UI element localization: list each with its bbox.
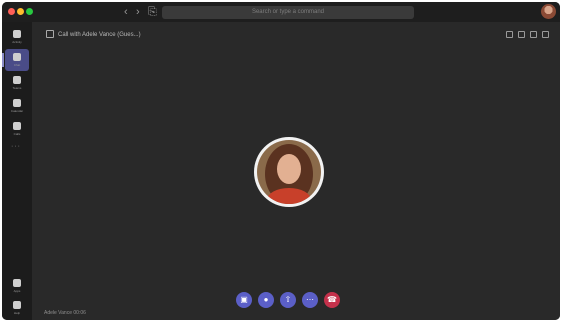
close-window-icon[interactable] <box>8 8 15 15</box>
calendar-icon <box>13 99 21 107</box>
more-icon: ⋯ <box>306 295 314 304</box>
compose-icon[interactable]: ⎘ <box>148 5 157 19</box>
sidebar-item-label: Teams <box>12 86 22 90</box>
camera-button[interactable]: ▣ <box>236 292 252 308</box>
participant-name: Adele Vance <box>44 310 72 316</box>
camera-icon: ▣ <box>240 295 248 304</box>
sidebar-item-teams[interactable]: Teams <box>5 72 29 94</box>
people-icon[interactable] <box>518 31 525 38</box>
phone-hangup-icon: ☎ <box>327 295 337 304</box>
participant-photo <box>257 140 321 204</box>
teams-icon <box>13 76 21 84</box>
sidebar-item-apps[interactable]: Apps <box>5 275 29 297</box>
hangup-button[interactable]: ☎ <box>324 292 340 308</box>
more-apps-icon[interactable]: ··· <box>11 143 21 150</box>
sidebar-item-label: Apps <box>13 289 21 293</box>
forward-arrow-icon[interactable]: › <box>136 5 140 19</box>
sidebar-item-label: Calls <box>13 132 21 136</box>
call-stage: Call with Adele Vance (Gues...) ▣ ● ⇧ ⋯ … <box>32 22 560 320</box>
title-bar: ‹ › ⎘ Search or type a command <box>2 2 560 22</box>
app-bar: Activity Chat Teams Calendar Calls ··· A… <box>2 22 32 320</box>
call-header: Call with Adele Vance (Gues...) <box>32 22 560 48</box>
share-icon: ⇧ <box>284 295 292 304</box>
sidebar-item-calendar[interactable]: Calendar <box>5 95 29 117</box>
call-title: Call with Adele Vance (Gues...) <box>58 32 141 38</box>
more-button[interactable]: ⋯ <box>302 292 318 308</box>
call-window-icon <box>46 30 54 38</box>
sidebar-item-chat[interactable]: Chat <box>2 49 29 71</box>
settings-icon[interactable] <box>542 31 549 38</box>
apps-icon <box>13 279 21 287</box>
back-arrow-icon[interactable]: ‹ <box>124 5 128 19</box>
call-status: Adele Vance 00:06 <box>44 310 86 316</box>
minimize-window-icon[interactable] <box>17 8 24 15</box>
sidebar-item-activity[interactable]: Activity <box>5 26 29 48</box>
mic-button[interactable]: ● <box>258 292 274 308</box>
help-icon <box>13 301 21 309</box>
call-duration: 00:06 <box>73 310 86 316</box>
bell-icon <box>13 30 21 38</box>
teams-window: ‹ › ⎘ Search or type a command Activity … <box>2 2 560 320</box>
avatar-face <box>277 154 301 184</box>
maximize-window-icon[interactable] <box>26 8 33 15</box>
sidebar-item-help[interactable]: Help <box>5 297 29 319</box>
sidebar-item-label: Activity <box>12 40 22 44</box>
search-input[interactable]: Search or type a command <box>162 6 414 19</box>
phone-icon <box>13 122 21 130</box>
profile-avatar[interactable] <box>541 4 556 19</box>
sidebar-item-label: Help <box>13 311 21 315</box>
sidebar-item-label: Calendar <box>10 109 24 113</box>
sidebar-item-label: Chat <box>13 63 21 67</box>
chat-icon <box>13 53 21 61</box>
sidebar-item-calls[interactable]: Calls <box>5 118 29 140</box>
call-controls: ▣ ● ⇧ ⋯ ☎ <box>32 292 560 312</box>
chat-panel-icon[interactable] <box>530 31 537 38</box>
share-button[interactable]: ⇧ <box>280 292 296 308</box>
participant-avatar <box>254 137 324 207</box>
grid-view-icon[interactable] <box>506 31 513 38</box>
mic-icon: ● <box>263 295 269 304</box>
